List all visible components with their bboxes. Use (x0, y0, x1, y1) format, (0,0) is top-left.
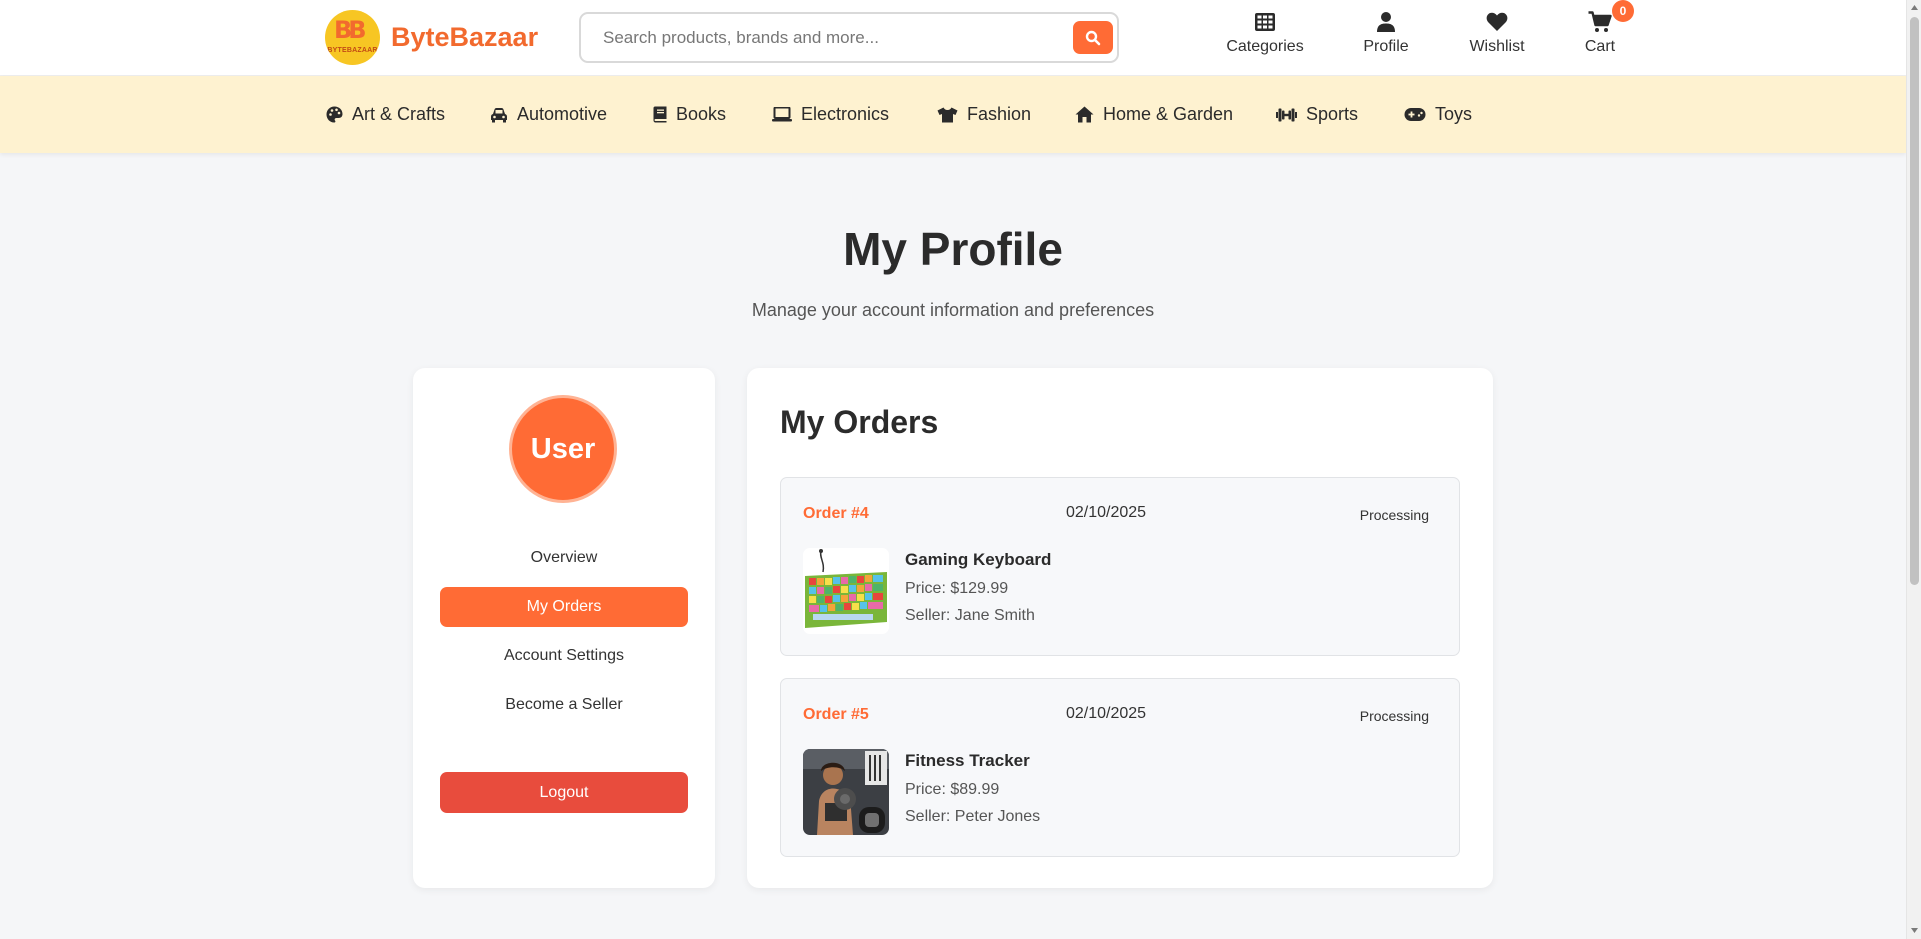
product-seller: Seller: Peter Jones (905, 808, 1041, 825)
dumbbell-icon (1276, 108, 1297, 121)
logo-small-text: BYTEBAZAAR (327, 47, 378, 54)
sidebar-item-overview[interactable]: Overview (440, 538, 688, 578)
product-name[interactable]: Fitness Tracker (905, 751, 1030, 771)
nav-wishlist-label: Wishlist (1469, 38, 1525, 55)
logout-button[interactable]: Logout (440, 772, 688, 813)
scroll-down-icon[interactable] (1910, 926, 1919, 935)
category-toys[interactable]: Toys (1404, 76, 1472, 153)
category-art-crafts[interactable]: Art & Crafts (326, 76, 445, 153)
orders-panel: My Orders Order #4 02/10/2025 Processing (747, 368, 1493, 888)
category-label: Automotive (517, 104, 608, 124)
order-date: 02/10/2025 (1066, 504, 1147, 521)
category-label: Sports (1306, 104, 1359, 124)
nav-categories[interactable]: Categories (1215, 10, 1315, 56)
product-price: Price: $89.99 (905, 781, 1000, 798)
nav-categories-label: Categories (1226, 38, 1304, 55)
profile-sidebar: User Overview My Orders Account Settings… (413, 368, 715, 888)
category-automotive[interactable]: Automotive (490, 76, 607, 153)
order-status: Processing (1359, 708, 1429, 724)
brand-name: ByteBazaar (391, 22, 539, 52)
car-icon (491, 107, 507, 122)
product-price: Price: $129.99 (905, 580, 1009, 597)
order-card[interactable]: Order #4 02/10/2025 Processing Gaming Ke… (780, 477, 1460, 656)
order-number[interactable]: Order #5 (803, 706, 869, 724)
order-status: Processing (1359, 507, 1429, 523)
category-fashion[interactable]: Fashion (937, 76, 1031, 153)
nav-wishlist[interactable]: Wishlist (1447, 10, 1547, 56)
orders-title: My Orders (780, 404, 939, 440)
shirt-icon (937, 107, 958, 122)
order-number[interactable]: Order #4 (803, 505, 869, 523)
user-icon (1377, 12, 1395, 32)
scrollbar-thumb[interactable] (1910, 17, 1919, 585)
product-name[interactable]: Gaming Keyboard (905, 550, 1051, 570)
order-date: 02/10/2025 (1066, 705, 1147, 722)
category-bar: Art & Crafts Automotive Books Electronic… (0, 76, 1906, 153)
page-scrollbar[interactable] (1906, 0, 1921, 939)
category-label: Art & Crafts (352, 104, 446, 124)
brand-logo[interactable]: BB BYTEBAZAAR ByteBazaar (325, 10, 538, 65)
keyboard-image[interactable] (803, 548, 889, 634)
category-label: Toys (1435, 104, 1473, 124)
category-label: Fashion (967, 104, 1032, 124)
page-title: My Profile (843, 223, 1063, 275)
fitness-image[interactable] (803, 749, 889, 835)
category-label: Electronics (801, 104, 890, 124)
nav-profile[interactable]: Profile (1336, 10, 1436, 56)
category-sports[interactable]: Sports (1276, 76, 1358, 153)
nav-profile-label: Profile (1363, 38, 1409, 55)
category-label: Home & Garden (1103, 104, 1234, 124)
category-electronics[interactable]: Electronics (772, 76, 889, 153)
sidebar-item-become-seller[interactable]: Become a Seller (440, 685, 688, 725)
search-button[interactable] (1073, 21, 1113, 54)
category-label: Books (676, 104, 727, 124)
home-icon (1075, 106, 1094, 123)
laptop-icon (772, 107, 792, 122)
gamepad-icon (1404, 108, 1426, 121)
site-header: BB BYTEBAZAAR ByteBazaar Search products… (0, 0, 1906, 76)
page-subtitle: Manage your account information and pref… (751, 300, 1155, 320)
nav-cart[interactable]: Cart 0 (1550, 0, 1650, 56)
sidebar-item-my-orders[interactable]: My Orders (440, 587, 688, 627)
sidebar-item-account-settings[interactable]: Account Settings (440, 636, 688, 676)
nav-cart-label: Cart (1584, 38, 1616, 55)
category-books[interactable]: Books (653, 76, 726, 153)
cart-count-badge: 0 (1612, 0, 1634, 22)
cart-icon (1588, 11, 1612, 32)
order-card[interactable]: Order #5 02/10/2025 Processing Fitness T… (780, 678, 1460, 857)
heart-icon (1486, 12, 1508, 32)
book-icon (653, 106, 667, 123)
avatar: User (509, 395, 617, 503)
palette-icon (326, 106, 343, 123)
fitness-thumbnail (803, 749, 889, 835)
search-icon (1085, 30, 1101, 45)
keyboard-thumbnail (803, 548, 889, 634)
search-bar (579, 12, 1119, 63)
product-seller: Seller: Jane Smith (905, 607, 1035, 624)
grid-icon (1255, 13, 1275, 31)
search-input[interactable] (581, 14, 1073, 61)
category-home-garden[interactable]: Home & Garden (1075, 76, 1233, 153)
logo-badge: BB BYTEBAZAAR (325, 10, 380, 65)
logo-letters: BB (334, 16, 367, 44)
scroll-up-icon[interactable] (1910, 3, 1919, 12)
